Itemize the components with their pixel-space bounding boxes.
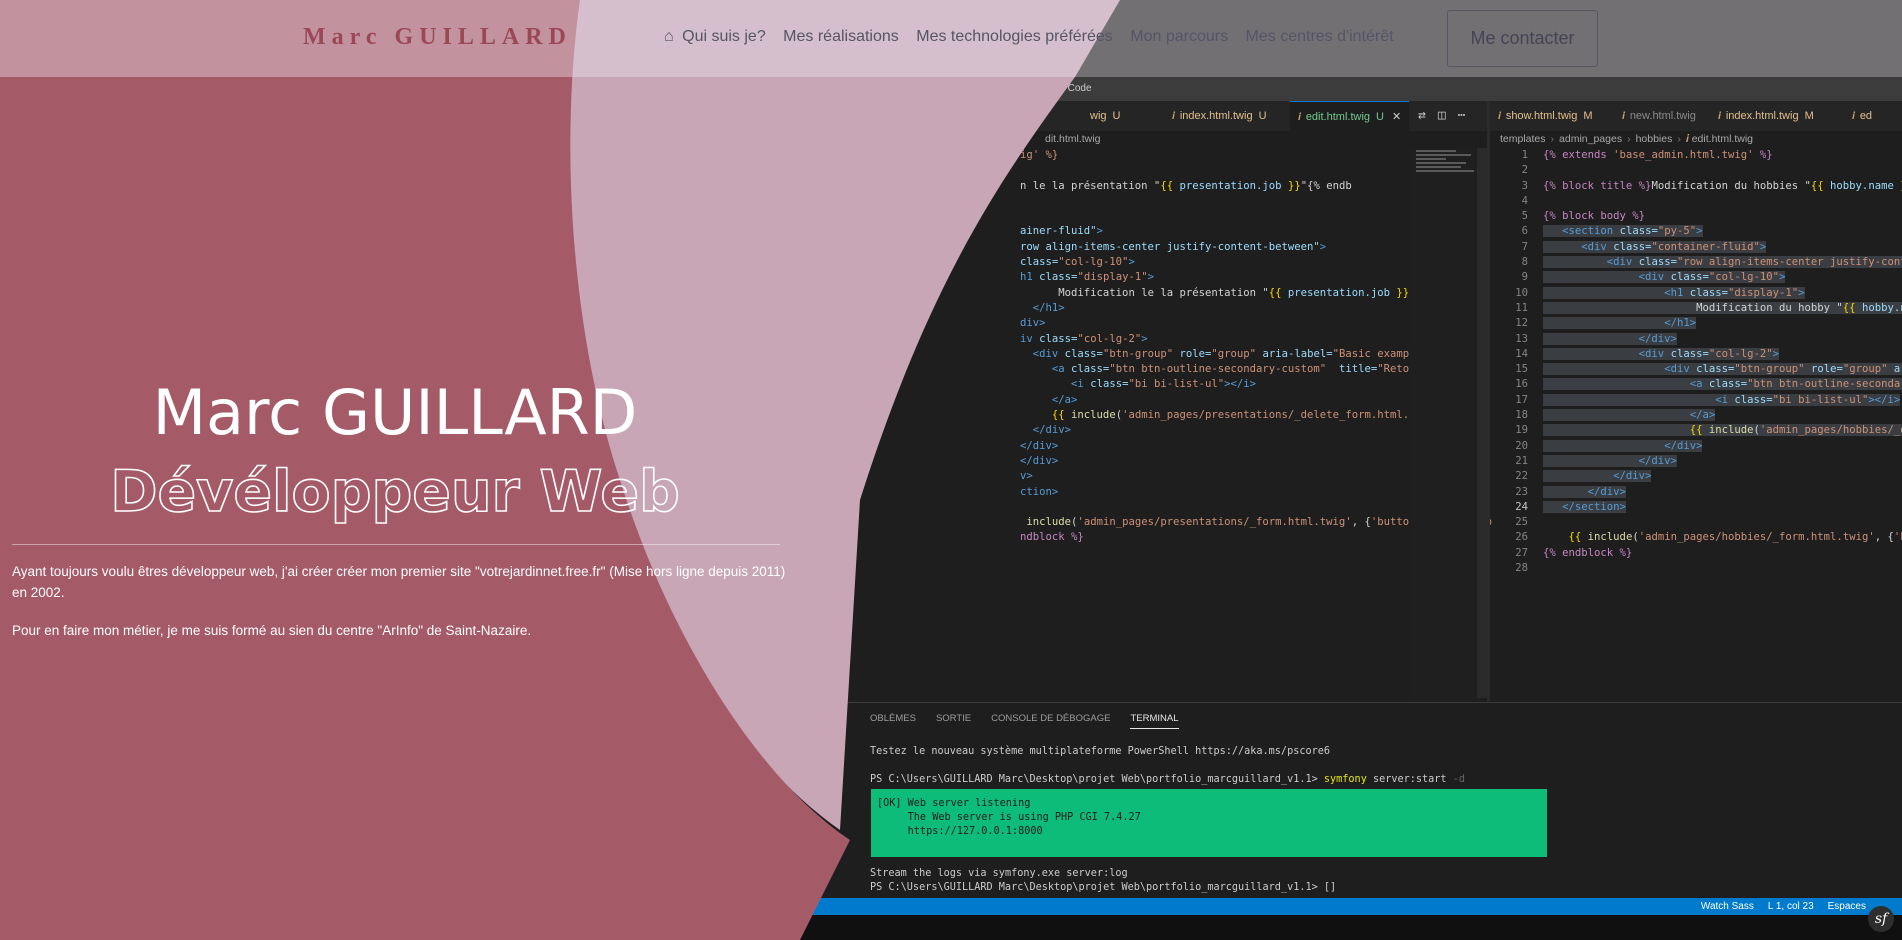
twig-file-icon: 𝒊: [1498, 111, 1501, 122]
symfony-icon: sf: [1868, 906, 1894, 932]
twig-file-icon: 𝒊: [1298, 112, 1301, 123]
tab-debug-console[interactable]: CONSOLE DE DÉBOGAGE: [991, 713, 1110, 724]
bottom-panel: OBLÈMES SORTIE CONSOLE DE DÉBOGAGE TERMINAL…: [700, 702, 1902, 899]
hero-divider: [12, 544, 780, 545]
editor-scrollbar[interactable]: [1477, 148, 1487, 698]
watch-sass-button[interactable]: Watch Sass: [1701, 901, 1754, 912]
terminal-output[interactable]: Testez le nouveau système multiplateform…: [870, 745, 1465, 788]
taskbar: [0, 915, 1902, 940]
editor-tab[interactable]: 𝒊 show.html.twig M: [1490, 101, 1601, 131]
nav-link-qui-suis-je[interactable]: Qui suis je?: [682, 28, 766, 45]
twig-file-icon: 𝒊: [1852, 111, 1855, 122]
compare-icon[interactable]: ⇄: [1418, 108, 1426, 123]
nav-link-centres-interet[interactable]: Mes centres d'intérêt: [1246, 28, 1394, 45]
hero-role: Dévéloppeur Web: [109, 458, 680, 526]
breadcrumb-right: templates › admin_pages › hobbies › 𝒊 edit.htm…: [1500, 133, 1753, 145]
nav-link-realisations[interactable]: Mes réalisations: [783, 28, 899, 45]
right-editor-code[interactable]: {% extends 'base_admin.html.twig' %} {% …: [1543, 148, 1902, 561]
twig-file-icon: 𝒊: [1718, 111, 1721, 122]
top-navigation: Marc GUILLARD ⌂ Qui suis je? Mes réalisa…: [0, 0, 1902, 77]
twig-file-icon: 𝒊: [1622, 111, 1625, 122]
editor-split-divider[interactable]: [1487, 101, 1490, 701]
tab-output[interactable]: SORTIE: [936, 713, 971, 724]
editor-tab[interactable]: 𝒊 new.html.twig: [1614, 101, 1704, 131]
split-editor-icon[interactable]: ◫: [1438, 108, 1446, 123]
left-editor-tabs: wig U 𝒊 index.html.twig U 𝒊 edit.html.twig U ✕: [0, 101, 1487, 132]
editor-tab-active[interactable]: 𝒊 edit.html.twig U ✕: [1290, 101, 1410, 132]
editor-actions: ⇄ ◫ ⋯: [1418, 101, 1477, 131]
minimap[interactable]: [1410, 148, 1480, 698]
nav-link-technologies[interactable]: Mes technologies préférées: [916, 28, 1113, 45]
terminal-output-tail[interactable]: Stream the logs via symfony.exe server:l…: [870, 867, 1336, 895]
editor-tab[interactable]: wig U: [1082, 101, 1128, 131]
hero-name: Marc GUILLARD: [152, 376, 638, 449]
twig-file-icon: 𝒊: [1172, 111, 1175, 122]
tab-terminal[interactable]: TERMINAL: [1130, 713, 1179, 729]
terminal-success-box: [OK] Web server listening The Web server…: [871, 789, 1547, 857]
vscode-window-title: edit.html.twig - portfolio_marcguillard_…: [0, 77, 1902, 101]
bio-paragraph-2: Pour en faire mon métier, je me suis for…: [12, 623, 532, 638]
editor-tab[interactable]: 𝒊 index.html.twig M: [1710, 101, 1822, 131]
editor-tab[interactable]: 𝒊 index.html.twig U: [1164, 101, 1275, 131]
panel-tabs: OBLÈMES SORTIE CONSOLE DE DÉBOGAGE TERMINAL: [870, 713, 1199, 729]
nav-link-parcours[interactable]: Mon parcours: [1130, 28, 1228, 45]
tab-problems[interactable]: OBLÈMES: [870, 713, 916, 724]
line-numbers: 1 2 3 4 5 6 7 8 9 10 11 12 13 14 15 16 17 18 19 20 21 22 23 24 2…: [1515, 149, 1528, 575]
indentation[interactable]: Espaces: [1828, 901, 1866, 912]
nav-links: ⌂ Qui suis je? Mes réalisations Mes tech…: [664, 28, 1407, 46]
right-editor-tabs: 𝒊 show.html.twig M 𝒊 new.html.twig 𝒊 index.h…: [1490, 101, 1902, 131]
editor-tab[interactable]: 𝒊 ed: [1844, 101, 1880, 131]
status-bar: Watch Sass L 1, col 23 Espaces: [0, 898, 1902, 915]
more-actions-icon[interactable]: ⋯: [1458, 108, 1466, 123]
bio-paragraph-1: Ayant toujours voulu êtres développeur w…: [12, 564, 786, 600]
home-icon[interactable]: ⌂: [664, 28, 674, 46]
cursor-position[interactable]: L 1, col 23: [1768, 901, 1814, 912]
brand-logo[interactable]: Marc GUILLARD: [303, 24, 572, 51]
breadcrumb-left: dit.html.twig: [1045, 133, 1101, 145]
contact-button[interactable]: Me contacter: [1447, 10, 1598, 67]
close-icon: ✕: [1391, 111, 1402, 123]
